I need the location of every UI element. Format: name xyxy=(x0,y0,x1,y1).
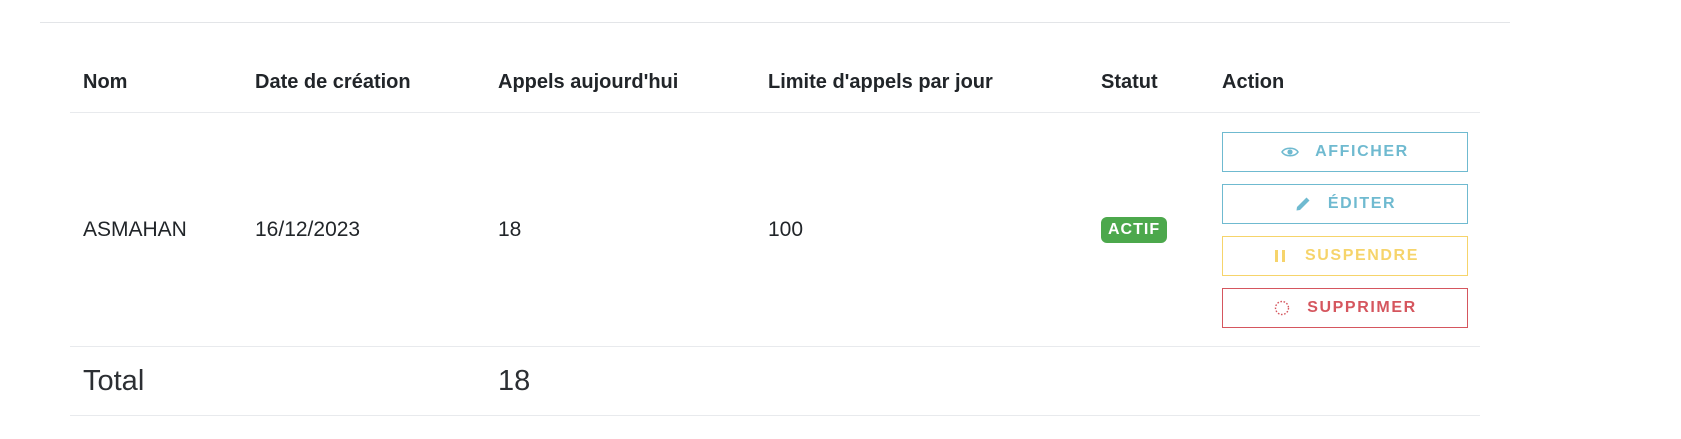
cell-status: ACTIF xyxy=(1088,112,1209,347)
total-empty xyxy=(755,346,1088,416)
pause-icon xyxy=(1271,247,1289,265)
circle-dashed-icon xyxy=(1273,299,1291,317)
column-header-daily-limit: Limite d'appels par jour xyxy=(755,52,1088,113)
delete-button-label: SUPPRIMER xyxy=(1307,298,1417,316)
suspend-button-label: SUSPENDRE xyxy=(1305,246,1419,264)
cell-created: 16/12/2023 xyxy=(242,112,485,347)
total-empty xyxy=(1209,346,1480,416)
total-label: Total xyxy=(70,346,242,416)
total-empty xyxy=(242,346,485,416)
action-buttons: AFFICHER ÉDITER SUSPENDRE SUPPRIMER xyxy=(1222,131,1468,328)
total-calls-today: 18 xyxy=(485,346,755,416)
cell-actions: AFFICHER ÉDITER SUSPENDRE SUPPRIMER xyxy=(1209,112,1480,347)
table-row: ASMAHAN 16/12/2023 18 100 ACTIF AFFICHER… xyxy=(70,112,1480,347)
suspend-button[interactable]: SUSPENDRE xyxy=(1222,235,1468,276)
total-row: Total 18 xyxy=(70,346,1480,416)
api-keys-table: Nom Date de création Appels aujourd'hui … xyxy=(70,52,1480,416)
column-header-action: Action xyxy=(1209,52,1480,113)
table-header-row: Nom Date de création Appels aujourd'hui … xyxy=(70,52,1480,113)
cell-calls-today: 18 xyxy=(485,112,755,347)
page: Nom Date de création Appels aujourd'hui … xyxy=(0,0,1681,439)
cell-daily-limit: 100 xyxy=(755,112,1088,347)
divider xyxy=(40,22,1510,23)
column-header-status: Statut xyxy=(1088,52,1209,113)
edit-button-label: ÉDITER xyxy=(1327,194,1397,212)
pencil-icon xyxy=(1294,195,1312,213)
total-empty xyxy=(1088,346,1209,416)
edit-button[interactable]: ÉDITER xyxy=(1222,183,1468,224)
column-header-name: Nom xyxy=(70,52,242,113)
column-header-calls-today: Appels aujourd'hui xyxy=(485,52,755,113)
delete-button[interactable]: SUPPRIMER xyxy=(1222,287,1468,328)
cell-name: ASMAHAN xyxy=(70,112,242,347)
view-button-label: AFFICHER xyxy=(1315,142,1409,160)
status-badge: ACTIF xyxy=(1101,217,1168,243)
column-header-created: Date de création xyxy=(242,52,485,113)
view-button[interactable]: AFFICHER xyxy=(1222,131,1468,172)
eye-icon xyxy=(1281,143,1300,161)
